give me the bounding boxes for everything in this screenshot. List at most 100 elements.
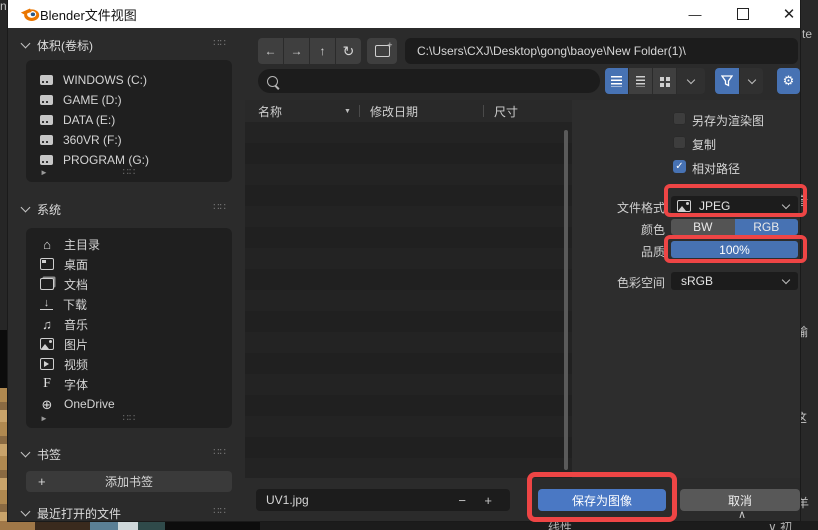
copy-checkbox[interactable] bbox=[673, 136, 686, 149]
close-button[interactable]: ✕ bbox=[772, 0, 806, 28]
grip-handle-icon[interactable]: ∷∷ bbox=[123, 413, 136, 424]
minimize-button[interactable]: — bbox=[678, 0, 712, 28]
system-panel: ⌂ 主目录 桌面 文档 ↓ 下载 ♫ 音乐 图片 视频 F bbox=[26, 228, 232, 428]
color-space-dropdown[interactable]: sRGB bbox=[671, 272, 798, 290]
file-list-area[interactable] bbox=[245, 122, 572, 478]
background-left-black-band bbox=[0, 330, 8, 388]
background-left-strip bbox=[0, 0, 8, 330]
system-item[interactable]: 桌面 bbox=[26, 254, 232, 274]
color-mode-segment: BW RGB bbox=[671, 219, 798, 235]
grip-handle-icon[interactable]: ∷∷ bbox=[213, 506, 226, 517]
file-format-label: 文件格式 bbox=[585, 199, 665, 216]
section-label: 最近打开的文件 bbox=[37, 505, 121, 522]
desktop-icon bbox=[40, 258, 54, 270]
annotation-box-quality bbox=[664, 235, 807, 263]
section-system-header[interactable]: 系统 ∷∷ bbox=[20, 201, 232, 217]
gear-icon: ⚙ bbox=[783, 73, 795, 89]
volume-item[interactable]: WINDOWS (C:) bbox=[26, 70, 232, 90]
volume-item[interactable]: 360VR (F:) bbox=[26, 130, 232, 150]
display-mode-dropdown[interactable] bbox=[677, 68, 705, 94]
titlebar[interactable]: Blender文件视图 — ✕ bbox=[8, 0, 800, 28]
decrement-button[interactable]: − bbox=[458, 493, 466, 508]
up-button[interactable]: ↑ bbox=[310, 38, 335, 64]
path-text: C:\Users\CXJ\Desktop\gong\baoye\New Fold… bbox=[417, 44, 686, 58]
chevron-down-icon bbox=[21, 203, 31, 213]
column-divider[interactable] bbox=[483, 105, 484, 117]
column-name[interactable]: 名称 bbox=[258, 103, 282, 120]
grip-handle-icon[interactable]: ∷∷ bbox=[213, 202, 226, 213]
grip-handle-icon[interactable]: ∷∷ bbox=[123, 167, 136, 178]
vertical-list-view-button[interactable] bbox=[605, 68, 628, 94]
system-item[interactable]: ↓ 下载 bbox=[26, 294, 232, 314]
settings-button[interactable]: ⚙ bbox=[777, 68, 800, 94]
file-list-scrollbar[interactable] bbox=[564, 130, 568, 470]
system-item[interactable]: ⊕ OneDrive bbox=[26, 394, 232, 414]
relative-path-label: 相对路径 bbox=[692, 160, 740, 177]
color-rgb-button[interactable]: RGB bbox=[735, 219, 799, 235]
annotation-box-save bbox=[527, 472, 677, 522]
new-folder-button[interactable]: + bbox=[367, 38, 397, 64]
system-item[interactable]: ♫ 音乐 bbox=[26, 314, 232, 334]
grip-handle-icon[interactable]: ∷∷ bbox=[213, 38, 226, 49]
forward-button[interactable]: → bbox=[284, 38, 309, 64]
display-mode-group bbox=[605, 68, 705, 94]
back-button[interactable]: ← bbox=[258, 38, 283, 64]
filename-field[interactable]: UV1.jpg − + bbox=[256, 489, 510, 511]
path-field[interactable]: C:\Users\CXJ\Desktop\gong\baoye\New Fold… bbox=[405, 38, 798, 64]
maximize-icon bbox=[737, 8, 749, 20]
system-item[interactable]: 视频 bbox=[26, 354, 232, 374]
relative-path-checkbox[interactable]: ✓ bbox=[673, 160, 686, 173]
column-size[interactable]: 尺寸 bbox=[494, 103, 518, 120]
expand-triangle-icon[interactable]: ► bbox=[40, 414, 48, 423]
system-item[interactable]: ⌂ 主目录 bbox=[26, 234, 232, 254]
add-bookmark-button[interactable]: + 添加书签 bbox=[26, 471, 232, 492]
quality-label: 品质 bbox=[605, 243, 665, 260]
nav-button-group: ← → ↑ ↻ bbox=[258, 38, 361, 64]
screen: na te 音 输 这 羊 线性 ∨ 初 ∧ Blender文件视图 — bbox=[0, 0, 818, 530]
section-recent-header[interactable]: 最近打开的文件 ∷∷ bbox=[20, 505, 232, 521]
color-space-label: 色彩空间 bbox=[585, 274, 665, 291]
refresh-button[interactable]: ↻ bbox=[336, 38, 361, 64]
color-space-value: sRGB bbox=[681, 274, 713, 288]
color-bw-button[interactable]: BW bbox=[671, 219, 735, 235]
documents-icon bbox=[40, 278, 54, 290]
background-text-fragment: te bbox=[802, 27, 812, 41]
filter-button[interactable] bbox=[715, 68, 739, 94]
image-icon bbox=[40, 338, 54, 350]
save-as-render-checkbox[interactable] bbox=[673, 112, 686, 125]
drive-icon bbox=[40, 155, 53, 165]
section-bookmarks-header[interactable]: 书签 ∷∷ bbox=[20, 446, 232, 462]
expand-triangle-icon[interactable]: ► bbox=[40, 168, 48, 177]
column-divider[interactable] bbox=[359, 105, 360, 117]
window-title: Blender文件视图 bbox=[40, 5, 137, 24]
copy-label: 复制 bbox=[692, 136, 716, 153]
color-label: 颜色 bbox=[605, 221, 665, 238]
section-label: 书签 bbox=[37, 446, 61, 463]
system-item[interactable]: 文档 bbox=[26, 274, 232, 294]
section-volumes-header[interactable]: 体积(卷标) ∷∷ bbox=[20, 37, 232, 53]
volume-item[interactable]: DATA (E:) bbox=[26, 110, 232, 130]
grip-handle-icon[interactable]: ∷∷ bbox=[213, 447, 226, 458]
detail-list-view-button[interactable] bbox=[629, 68, 652, 94]
chevron-down-icon bbox=[21, 507, 31, 517]
new-folder-icon: + bbox=[375, 45, 390, 57]
vertical-list-icon bbox=[611, 76, 622, 87]
drive-icon bbox=[40, 95, 53, 105]
search-icon bbox=[267, 76, 278, 87]
chevron-down-icon bbox=[21, 448, 31, 458]
search-field[interactable] bbox=[258, 69, 600, 93]
volume-item[interactable]: GAME (D:) bbox=[26, 90, 232, 110]
sort-descending-icon[interactable]: ▼ bbox=[344, 108, 351, 115]
system-item[interactable]: F 字体 bbox=[26, 374, 232, 394]
grid-icon bbox=[660, 77, 664, 81]
column-date[interactable]: 修改日期 bbox=[370, 103, 418, 120]
font-icon: F bbox=[40, 376, 54, 392]
background-right-strip bbox=[800, 0, 818, 530]
system-item[interactable]: 图片 bbox=[26, 334, 232, 354]
filter-dropdown[interactable] bbox=[740, 68, 763, 94]
increment-button[interactable]: + bbox=[484, 493, 492, 508]
filter-group bbox=[715, 68, 763, 94]
background-bottom-black bbox=[165, 521, 260, 530]
maximize-button[interactable] bbox=[726, 0, 760, 28]
thumbnail-view-button[interactable] bbox=[653, 68, 676, 94]
